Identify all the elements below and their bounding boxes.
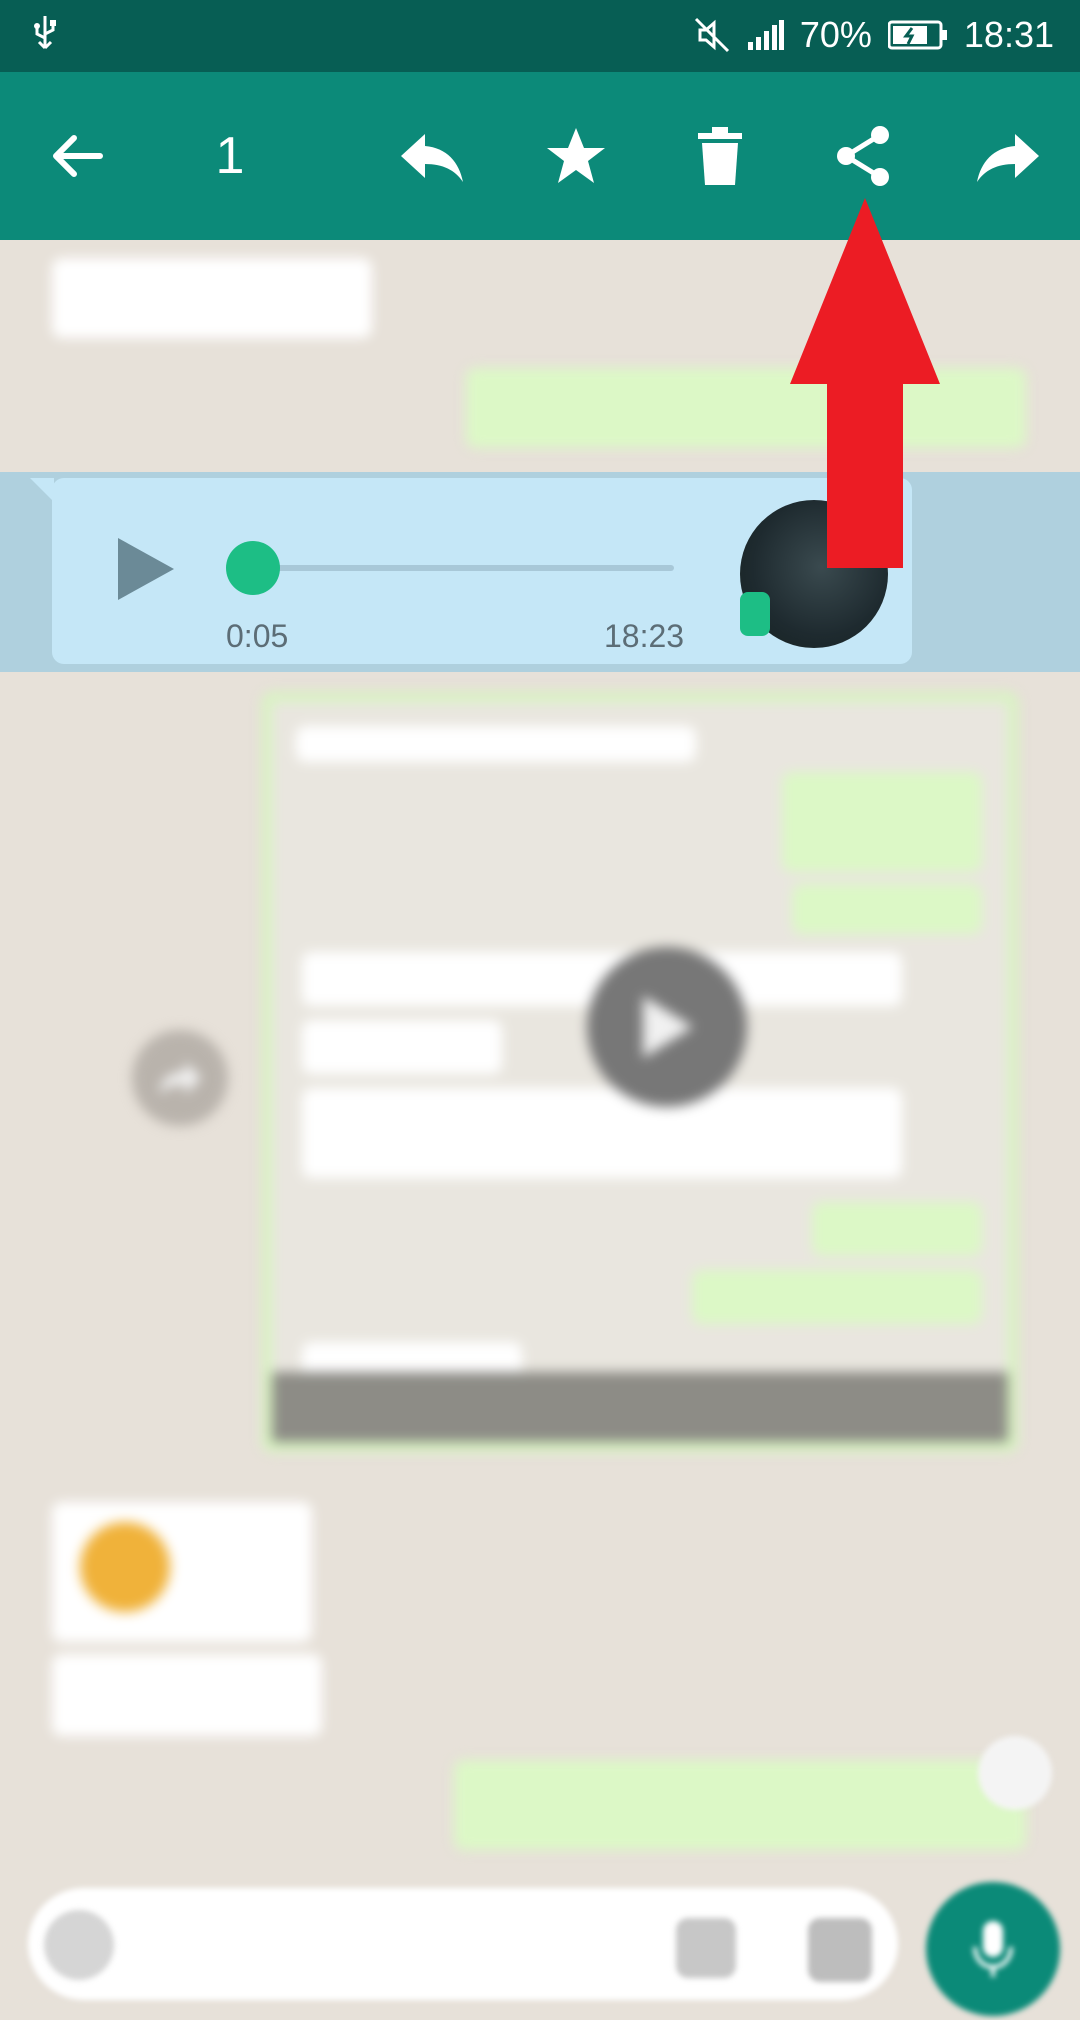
- back-arrow-icon[interactable]: [38, 116, 118, 196]
- voice-record-button[interactable]: [926, 1882, 1060, 2016]
- video-frame-bubble: [812, 1202, 982, 1256]
- status-bar: 70% 18:31: [0, 0, 1080, 72]
- message-bubble: [52, 1654, 322, 1736]
- video-frame-bubble: [302, 1020, 502, 1074]
- battery-icon: [887, 20, 948, 50]
- attach-icon[interactable]: [676, 1918, 736, 1978]
- clock: 18:31: [963, 14, 1054, 55]
- play-icon[interactable]: [116, 536, 176, 602]
- red-arrow-annotation: [790, 198, 940, 568]
- forward-icon[interactable]: [968, 116, 1048, 196]
- audio-progress-track[interactable]: [254, 565, 674, 571]
- mute-icon: [692, 15, 732, 55]
- delete-icon[interactable]: [680, 116, 760, 196]
- message-bubble: [52, 258, 372, 338]
- message-input[interactable]: [28, 1888, 898, 2000]
- forward-shortcut-icon[interactable]: [132, 1030, 228, 1126]
- audio-seek-knob[interactable]: [226, 541, 280, 595]
- reply-icon[interactable]: [392, 116, 472, 196]
- video-frame-bubble: [782, 772, 982, 872]
- signal-icon: [747, 20, 784, 50]
- camera-icon[interactable]: [808, 1918, 872, 1982]
- usb-icon: [30, 14, 60, 64]
- status-right: 70% 18:31: [692, 14, 1054, 56]
- scroll-down-button[interactable]: [978, 1736, 1052, 1810]
- video-play-icon[interactable]: [587, 947, 747, 1107]
- video-frame-bubble: [792, 884, 982, 934]
- emoji-icon[interactable]: [44, 1910, 114, 1980]
- video-info-bar: [272, 1372, 1008, 1442]
- emoji-message: [52, 1502, 312, 1642]
- video-message: [262, 692, 1018, 1452]
- battery-percent: 70%: [799, 14, 872, 55]
- share-icon[interactable]: [824, 116, 904, 196]
- star-icon[interactable]: [536, 116, 616, 196]
- message-bubble: [466, 368, 1026, 448]
- mic-icon: [740, 592, 770, 636]
- laughing-emoji-icon: [80, 1522, 170, 1612]
- selected-count: 1: [215, 127, 245, 185]
- bubble-tail: [30, 478, 54, 502]
- message-bubble: [454, 1760, 1026, 1850]
- microphone-icon: [973, 1921, 1013, 1977]
- video-frame-bubble: [302, 1088, 902, 1178]
- video-frame-bubble: [296, 726, 696, 762]
- video-frame-bubble: [692, 1270, 982, 1324]
- voice-duration: 0:05: [226, 618, 289, 654]
- voice-timestamp: 18:23: [604, 618, 685, 654]
